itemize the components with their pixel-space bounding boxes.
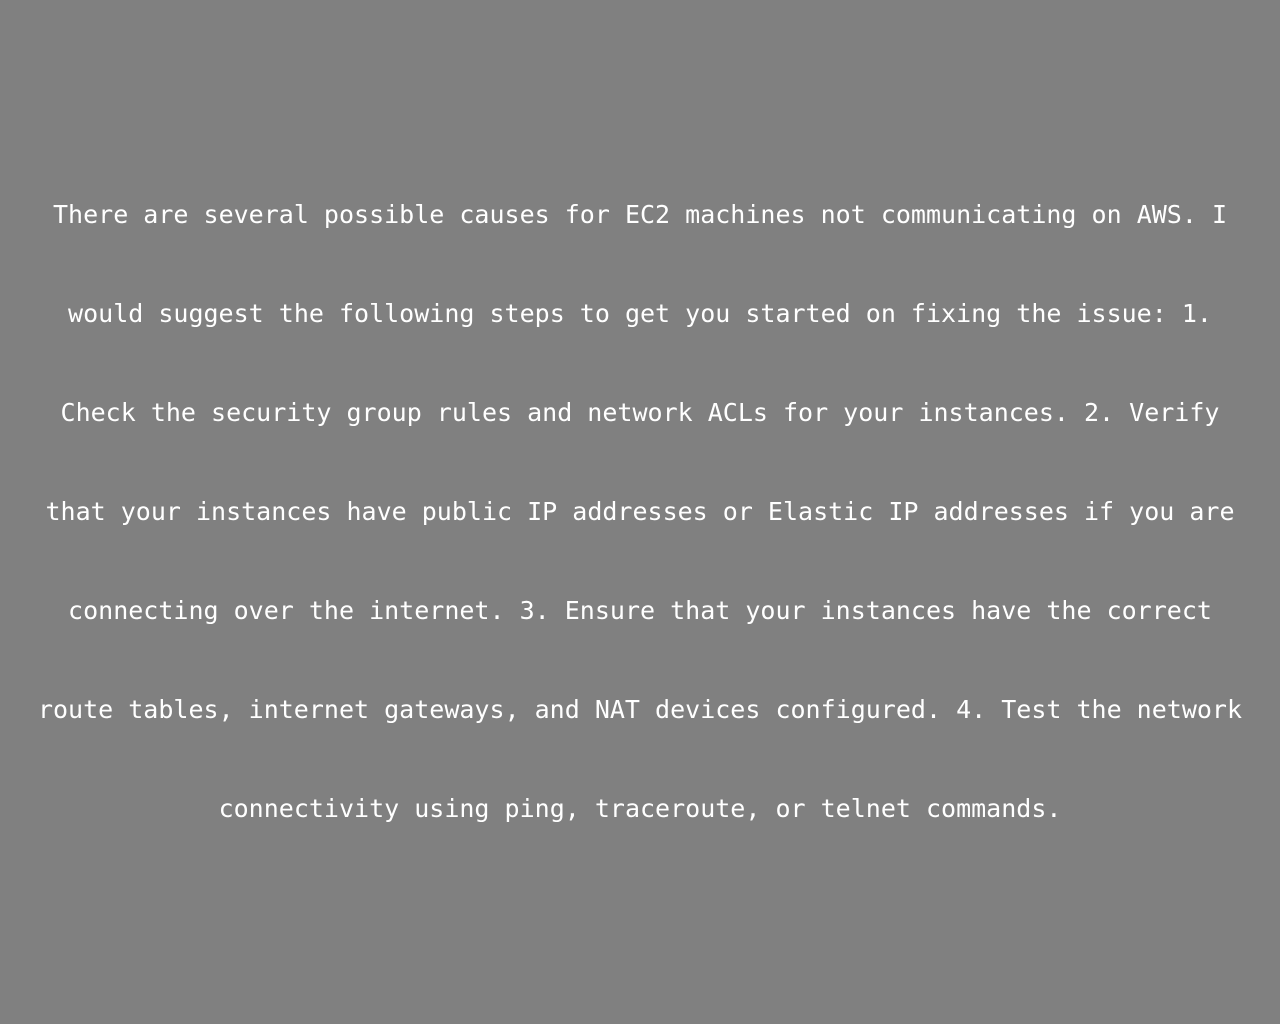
message-line: connecting over the internet. 3. Ensure … <box>68 596 1212 625</box>
message-text: There are several possible causes for EC… <box>0 165 1280 858</box>
message-line: connectivity using ping, traceroute, or … <box>218 794 1062 823</box>
message-line: would suggest the following steps to get… <box>68 299 1212 328</box>
message-line: There are several possible causes for EC… <box>53 200 1227 229</box>
page-canvas: There are several possible causes for EC… <box>0 0 1280 1024</box>
message-line: that your instances have public IP addre… <box>45 497 1235 526</box>
message-line: route tables, internet gateways, and NAT… <box>37 695 1243 724</box>
message-line: Check the security group rules and netwo… <box>60 398 1220 427</box>
